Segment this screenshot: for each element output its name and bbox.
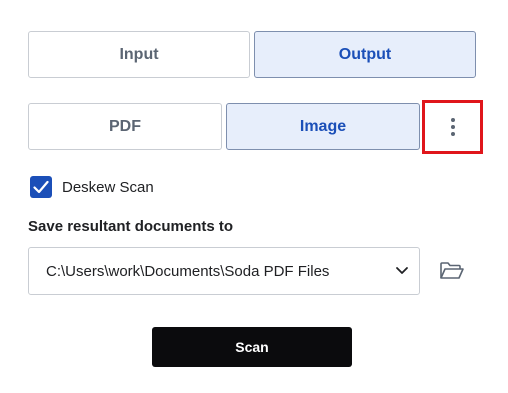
- browse-folder-button[interactable]: [438, 259, 466, 283]
- scan-settings-panel: Input Output PDF Image Deskew Scan Save …: [0, 0, 508, 393]
- pdf-format-button[interactable]: PDF: [28, 103, 222, 150]
- vertical-ellipsis-icon: [450, 118, 455, 136]
- image-format-button[interactable]: Image: [226, 103, 420, 150]
- save-location-label: Save resultant documents to: [28, 218, 234, 235]
- save-path-dropdown[interactable]: C:\Users\work\Documents\Soda PDF Files: [28, 247, 420, 295]
- folder-open-icon: [440, 262, 464, 279]
- input-toggle-button[interactable]: Input: [28, 31, 250, 78]
- deskew-scan-checkbox[interactable]: [30, 176, 52, 198]
- more-options-button[interactable]: [422, 100, 483, 154]
- deskew-scan-label: Deskew Scan: [62, 178, 154, 196]
- output-toggle-button[interactable]: Output: [254, 31, 476, 78]
- chevron-down-icon: [396, 267, 408, 274]
- scan-button[interactable]: Scan: [152, 327, 352, 367]
- save-path-value: C:\Users\work\Documents\Soda PDF Files: [46, 262, 330, 280]
- deskew-scan-row: Deskew Scan: [30, 175, 154, 199]
- checkmark-icon: [33, 180, 49, 194]
